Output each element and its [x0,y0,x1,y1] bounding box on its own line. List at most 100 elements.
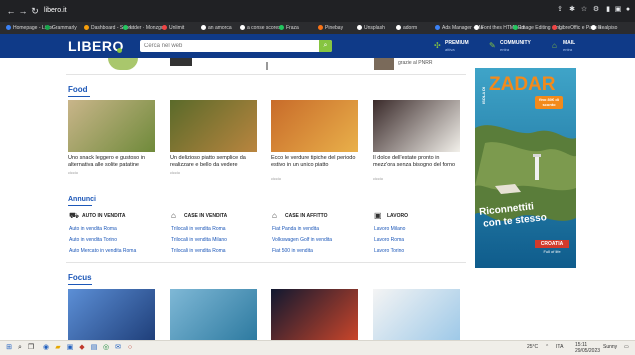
mail-icon: ⌂ [552,41,557,50]
word-icon[interactable]: ▤ [90,344,98,352]
reload-icon[interactable]: ↻ [30,6,40,16]
article-thumbnail[interactable] [170,58,192,66]
star-icon[interactable]: ☆ [580,6,588,14]
mail-app-icon[interactable]: ✉ [114,344,122,352]
folder-icon[interactable]: ▰ [54,344,62,352]
annunci-link[interactable]: Auto in vendita Roma [69,226,117,232]
bookmark-favicon-icon [45,25,50,30]
bookmark-favicon-icon [552,25,557,30]
bookmark-favicon-icon [162,25,167,30]
bookmark-item[interactable]: Realpiso [591,24,617,32]
sidebar-icon[interactable]: ▮ [604,6,612,14]
libero-logo[interactable]: LIBERO [68,38,124,54]
settings-icon[interactable]: ⚙ [592,6,600,14]
ad-brand-sub: Full of life [543,249,561,254]
focus-card-image[interactable] [170,289,257,340]
annunci-link[interactable]: Auto in vendita Torino [69,237,117,243]
app-icon[interactable]: ◆ [78,344,86,352]
food-card-image[interactable] [373,100,460,152]
bookmark-favicon-icon [357,25,362,30]
bookmark-item[interactable]: an amorca [201,24,232,32]
food-card-image[interactable] [68,100,155,152]
bookmark-label: adorm [403,25,418,31]
opera-icon[interactable]: ○ [126,344,134,352]
food-card-source: ciccio [271,176,282,181]
focus-card-image[interactable] [373,289,460,340]
article-snippet[interactable]: grazie al PNRR [398,60,432,66]
bookmark-item[interactable]: Unsplash [357,24,385,32]
focus-card-image[interactable] [271,289,358,340]
profile-icon[interactable]: ● [624,6,632,14]
clock-date[interactable]: 29/05/2023 [575,348,600,354]
bookmark-label: Fraza [286,25,299,31]
food-card-source: ciccio [170,170,181,175]
weather-temp[interactable]: 25°C [527,344,538,350]
bookmark-label: a conse scores [247,25,281,31]
bookmark-item[interactable]: Fraza [279,24,299,32]
bookmark-item[interactable]: Pinebay [318,24,343,32]
store-icon[interactable]: ▣ [66,344,74,352]
food-card-title[interactable]: Ecco le verdure tipiche del periodo esti… [271,155,361,168]
annunci-link[interactable]: Lavoro Roma [374,237,404,243]
section-title-focus[interactable]: Focus [68,273,92,283]
annunci-link[interactable]: Lavoro Torino [374,248,404,254]
bookmark-item[interactable]: Unlimit [162,24,184,32]
food-card-title[interactable]: Un delizioso piatto semplice da realizza… [170,155,260,168]
search-icon[interactable]: ⌕ [319,40,332,52]
annunci-link[interactable]: Fiat Panda in vendita [272,226,319,232]
search-box: ⌕ [140,40,332,52]
previous-section-strip: grazie al PNRR [66,58,466,72]
bookmark-item[interactable]: adorm [396,24,417,32]
annunci-link[interactable]: Trilocali in vendita Milano [171,237,227,243]
search-icon[interactable]: ⌕ [16,344,24,352]
food-card-source: ciccio [373,176,384,181]
annunci-link[interactable]: Fiat 500 in vendita [272,248,313,254]
bookmark-item[interactable]: a conse scores [240,24,281,32]
bookmark-label: Unlimit [169,25,185,31]
annunci-link[interactable]: Lavoro Milano [374,226,405,232]
chrome-icon[interactable]: ◎ [102,344,110,352]
zadar-advertisement[interactable]: ISOLA DI ZADAR fino 80€ di sconto Riconn… [475,68,576,268]
section-title-annunci[interactable]: Annunci [68,195,96,205]
up-arrow-icon[interactable]: ⌃ [545,344,549,350]
annunci-link[interactable]: Trilocali in vendita Roma [171,248,226,254]
language-indicator[interactable]: ITA [556,344,563,350]
food-card-image[interactable] [170,100,257,152]
bookmark-label: Grammarly [52,25,77,31]
house-sale-icon: ⌂ [171,211,176,220]
food-card-title[interactable]: Il dolce dell'estate pronto in mezz'ora … [373,155,463,168]
ad-title: ZADAR [489,74,556,95]
ad-discount-badge: fino 80€ di sconto [535,96,563,109]
extension-icon[interactable]: ✱ [568,6,576,14]
edge-icon[interactable]: ◉ [42,344,50,352]
bookmark-favicon-icon [279,25,284,30]
section-underline [68,205,92,206]
share-icon[interactable]: ⇪ [556,6,564,14]
focus-card-image[interactable] [68,289,155,340]
forward-icon[interactable]: → [18,6,28,16]
windows-start-icon[interactable]: ⊞ [5,344,13,352]
food-card-image[interactable] [271,100,358,152]
annunci-link[interactable]: Trilocali in vendita Roma [171,226,226,232]
article-thumbnail[interactable] [108,58,138,70]
annunci-link[interactable]: Volkswagen Golf in vendita [272,237,332,243]
task-view-icon[interactable]: ❐ [27,344,35,352]
food-card-title[interactable]: Uno snack leggero e gustoso in alternati… [68,155,158,168]
bookmark-label: an amorca [208,25,232,31]
section-divider [66,262,466,263]
address-bar[interactable]: libero.it [44,5,67,16]
bookmarks-bar: Homepage - Lidor Grammarly Dashboard - Sco… [0,22,635,34]
bookmark-item[interactable]: Ltder · Monzgo [123,24,164,32]
section-title-food[interactable]: Food [68,85,88,95]
browser-titlebar: ← → ↻ libero.it ⇪ ✱ ☆ ⚙ ▮ ▣ ● [0,0,635,22]
window-icon[interactable]: ▣ [614,6,622,14]
notification-icon[interactable]: ▭ [624,344,629,350]
bookmark-label: Realpiso [598,25,618,31]
back-icon[interactable]: ← [6,6,16,16]
search-input[interactable] [144,41,314,51]
article-thumbnail[interactable] [374,58,394,70]
bookmark-favicon-icon [123,25,128,30]
annunci-link[interactable]: Auto Mercato in vendita Roma [69,248,136,254]
ad-kicker: ISOLA DI [481,86,486,104]
bookmark-item[interactable]: Grammarly [45,24,77,32]
